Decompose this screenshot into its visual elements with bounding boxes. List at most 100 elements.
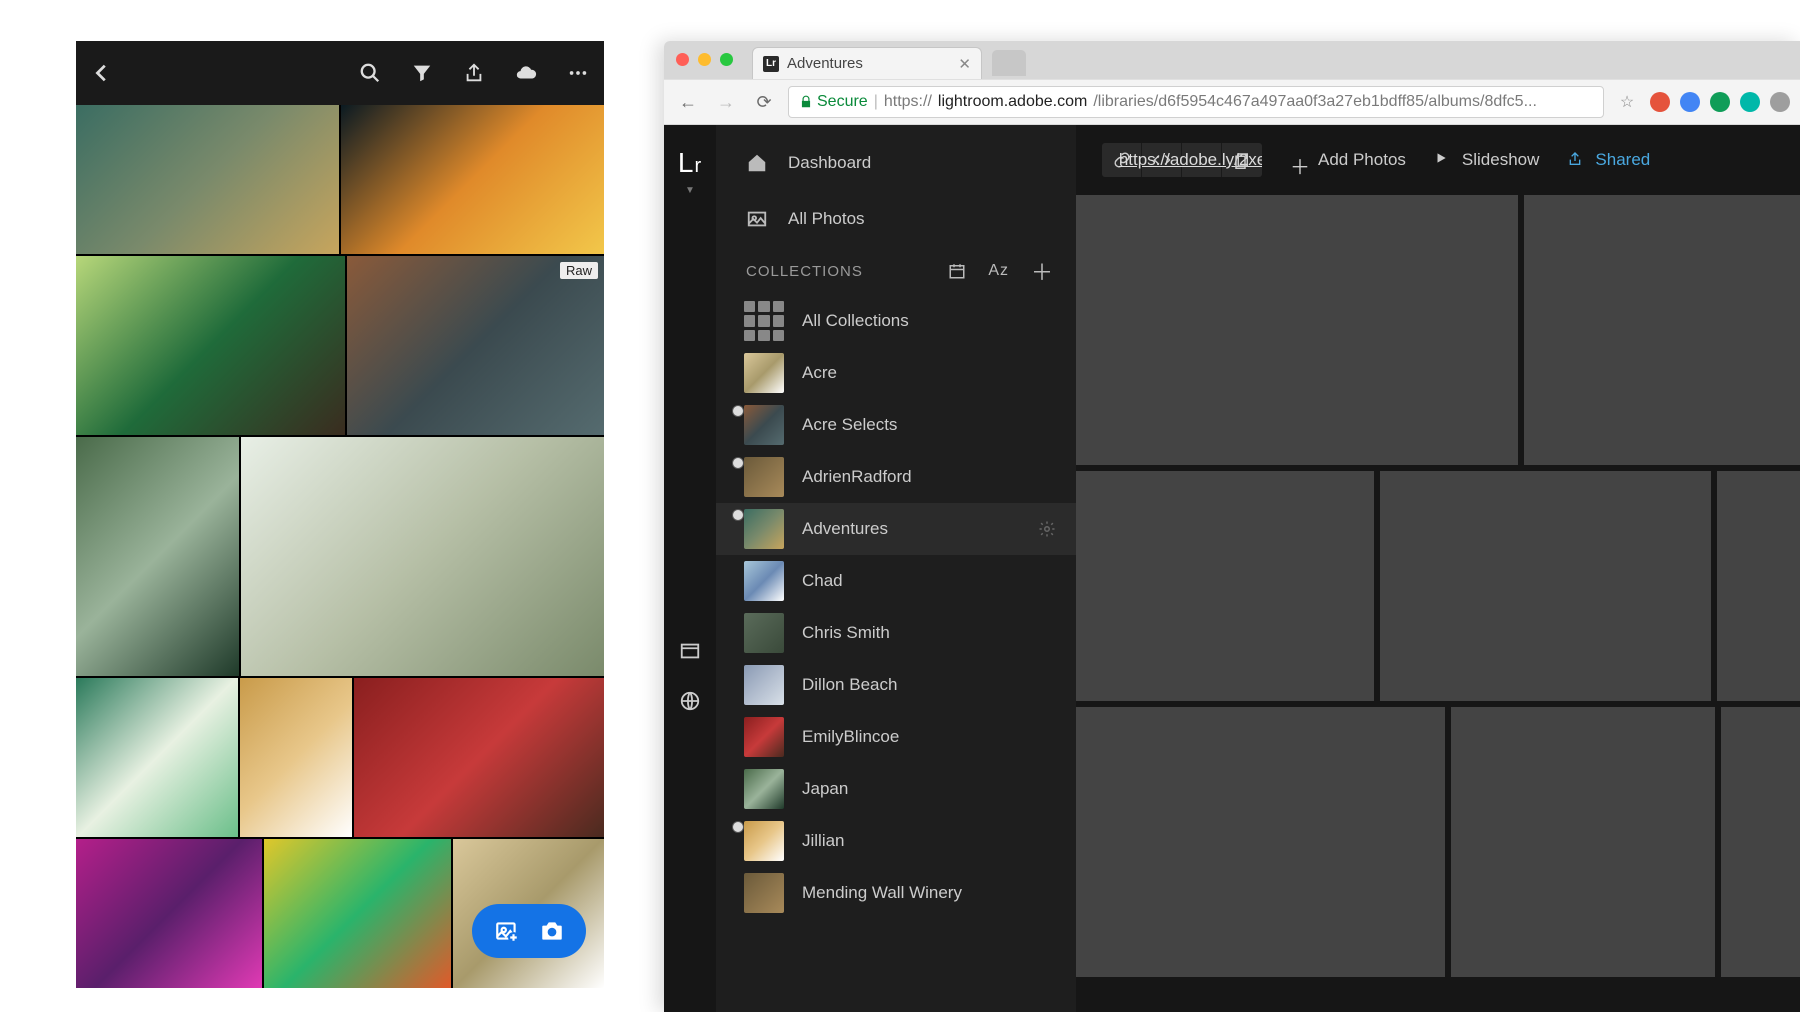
photo-thumb[interactable]: [264, 839, 450, 988]
photo-thumb[interactable]: [341, 105, 604, 254]
collection-item[interactable]: Acre Selects: [716, 399, 1076, 451]
sort-button[interactable]: Az: [988, 262, 1009, 280]
extension-icon[interactable]: [1740, 92, 1760, 112]
gear-icon[interactable]: [1038, 520, 1056, 538]
date-icon[interactable]: [948, 262, 966, 280]
photo-thumb[interactable]: [76, 678, 238, 837]
secure-label: Secure: [817, 93, 868, 111]
lr-main: https://adobe.ly/2xeze ＋ Add Photos Slid…: [1076, 125, 1800, 1012]
share-icon: [1567, 151, 1585, 169]
collection-thumb: [744, 509, 784, 549]
photo-thumb[interactable]: [240, 678, 352, 837]
reload-icon[interactable]: ⟳: [750, 92, 778, 113]
browser-toolbar: ← → ⟳ Secure | https://lightroom.adobe.c…: [664, 79, 1800, 125]
photo-thumb[interactable]: Raw: [347, 256, 604, 435]
add-photos-label: Add Photos: [1318, 150, 1406, 170]
collection-label: Jillian: [802, 831, 845, 851]
extension-icon[interactable]: [1650, 92, 1670, 112]
extension-icon[interactable]: [1680, 92, 1700, 112]
photo-thumb[interactable]: [1380, 471, 1711, 701]
add-photos-button[interactable]: ＋ Add Photos: [1290, 150, 1406, 170]
photo-thumb[interactable]: [354, 678, 604, 837]
minimize-window-icon[interactable]: [698, 53, 711, 66]
clipboard-icon[interactable]: [1222, 143, 1262, 177]
new-tab-button[interactable]: [992, 50, 1026, 76]
photo-thumb[interactable]: [76, 256, 345, 435]
collection-item[interactable]: Mending Wall Winery: [716, 867, 1076, 919]
cloud-icon[interactable]: [514, 61, 538, 85]
library-icon[interactable]: [679, 640, 701, 662]
search-icon[interactable]: [358, 61, 382, 85]
browser-tab[interactable]: Lr Adventures ✕: [752, 47, 982, 79]
collection-item[interactable]: EmilyBlincoe: [716, 711, 1076, 763]
shared-button[interactable]: Shared: [1567, 150, 1650, 170]
collection-item[interactable]: Japan: [716, 763, 1076, 815]
add-photo-icon[interactable]: [494, 918, 520, 944]
photo-thumb[interactable]: [1524, 195, 1800, 465]
url-path: /libraries/d6f5954c467a497aa0f3a27eb1bdf…: [1093, 93, 1537, 111]
collection-label: Japan: [802, 779, 848, 799]
shared-label: Shared: [1595, 150, 1650, 170]
camera-icon[interactable]: [538, 918, 564, 944]
collection-thumb: [744, 717, 784, 757]
url-scheme: https://: [884, 93, 932, 111]
more-icon[interactable]: [566, 61, 590, 85]
tab-title: Adventures: [787, 55, 863, 72]
collection-item[interactable]: AdrienRadford: [716, 451, 1076, 503]
sidebar-all-collections[interactable]: All Collections: [716, 295, 1076, 347]
collection-label: Acre Selects: [802, 415, 897, 435]
collection-item-active[interactable]: Adventures: [716, 503, 1076, 555]
filter-icon[interactable]: [410, 61, 434, 85]
collection-thumb: [744, 821, 784, 861]
extension-icon[interactable]: [1770, 92, 1790, 112]
lr-left-rail: Lr ▼: [664, 125, 716, 1012]
photo-thumb[interactable]: [76, 437, 239, 676]
address-bar[interactable]: Secure | https://lightroom.adobe.com/lib…: [788, 86, 1604, 118]
photo-thumb[interactable]: [241, 437, 604, 676]
close-tab-icon[interactable]: ✕: [958, 55, 971, 73]
url-host: lightroom.adobe.com: [938, 93, 1087, 111]
collection-item[interactable]: Dillon Beach: [716, 659, 1076, 711]
share-url[interactable]: https://adobe.ly/2xeze: [1182, 143, 1222, 177]
nav-back-icon[interactable]: ←: [674, 92, 702, 113]
collection-item[interactable]: Chris Smith: [716, 607, 1076, 659]
shared-globe-icon: [732, 405, 744, 417]
back-icon[interactable]: [90, 61, 114, 85]
mobile-photo-grid[interactable]: Raw: [76, 105, 604, 988]
photo-thumb[interactable]: [76, 105, 339, 254]
lr-photo-grid[interactable]: [1076, 195, 1800, 1012]
slideshow-button[interactable]: Slideshow: [1434, 150, 1540, 170]
photo-thumb[interactable]: [1721, 707, 1800, 977]
photo-thumb[interactable]: [1076, 707, 1445, 977]
collection-label: Chad: [802, 571, 843, 591]
chevron-down-icon[interactable]: ▼: [685, 185, 695, 196]
photo-thumb[interactable]: [76, 839, 262, 988]
photo-thumb[interactable]: [1717, 471, 1800, 701]
extension-icon[interactable]: [1710, 92, 1730, 112]
collection-thumb: [744, 769, 784, 809]
lightroom-logo[interactable]: Lr: [678, 147, 702, 179]
photo-thumb[interactable]: [1076, 471, 1374, 701]
collection-item[interactable]: Jillian: [716, 815, 1076, 867]
share-icon[interactable]: [462, 61, 486, 85]
collection-item[interactable]: Chad: [716, 555, 1076, 607]
bookmark-icon[interactable]: ☆: [1614, 92, 1640, 112]
collection-item[interactable]: Acre: [716, 347, 1076, 399]
browser-window: Lr Adventures ✕ ← → ⟳ Secure | https://l…: [664, 41, 1800, 1012]
mobile-app: Raw: [76, 41, 604, 988]
nav-forward-icon[interactable]: →: [712, 92, 740, 113]
secure-badge: Secure: [799, 93, 868, 111]
mobile-fab: [472, 904, 586, 958]
collection-thumb: [744, 353, 784, 393]
photo-thumb[interactable]: [1076, 195, 1518, 465]
zoom-window-icon[interactable]: [720, 53, 733, 66]
nav-all-photos[interactable]: All Photos: [716, 191, 1076, 247]
close-window-icon[interactable]: [676, 53, 689, 66]
add-collection-icon[interactable]: ＋: [1031, 255, 1054, 287]
favicon-icon: Lr: [763, 56, 779, 72]
nav-dashboard[interactable]: Dashboard: [716, 135, 1076, 191]
collection-thumb: [744, 613, 784, 653]
photo-thumb[interactable]: [1451, 707, 1715, 977]
globe-icon[interactable]: [679, 690, 701, 712]
window-controls: [676, 53, 733, 66]
